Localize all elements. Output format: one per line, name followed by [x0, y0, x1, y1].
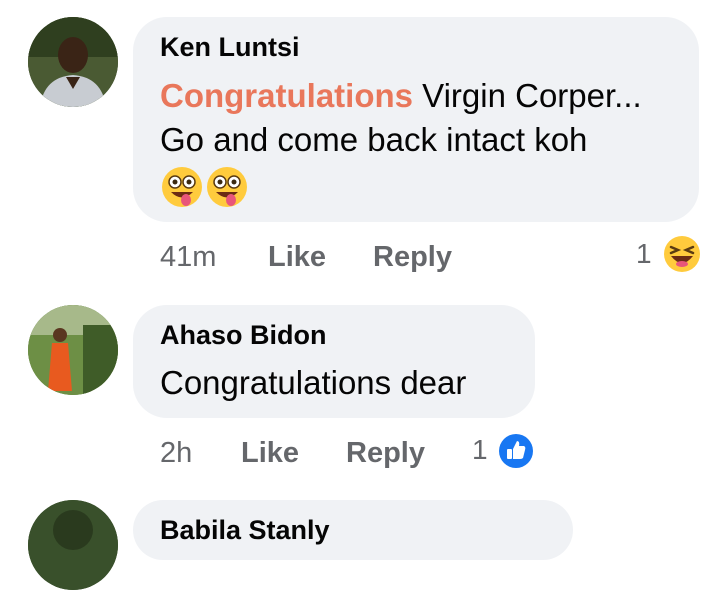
like-button[interactable]: Like	[241, 437, 299, 470]
avatar[interactable]	[28, 17, 118, 107]
haha-reaction-icon[interactable]	[662, 234, 702, 279]
comment-text-line: Congratulations Virgin Corper...	[160, 77, 642, 114]
comment-text-line: Go and come back intact koh	[160, 121, 588, 158]
comment-text-line: Congratulations dear	[160, 364, 467, 401]
like-reaction-icon[interactable]	[497, 432, 535, 475]
avatar[interactable]	[28, 500, 118, 590]
reaction-count[interactable]: 1	[472, 434, 488, 466]
reply-button[interactable]: Reply	[373, 241, 452, 274]
like-button[interactable]: Like	[268, 241, 326, 274]
comment-author[interactable]: Babila Stanly	[160, 515, 330, 546]
comment-author[interactable]: Ken Luntsi	[160, 32, 300, 63]
comment-author[interactable]: Ahaso Bidon	[160, 320, 327, 351]
avatar[interactable]	[28, 305, 118, 395]
comment-time[interactable]: 2h	[160, 437, 192, 470]
comment-time[interactable]: 41m	[160, 241, 216, 274]
zany-face-emoji-icon	[160, 165, 250, 214]
reply-button[interactable]: Reply	[346, 437, 425, 470]
reaction-count[interactable]: 1	[636, 238, 652, 270]
highlighted-word: Congratulations	[160, 77, 413, 114]
